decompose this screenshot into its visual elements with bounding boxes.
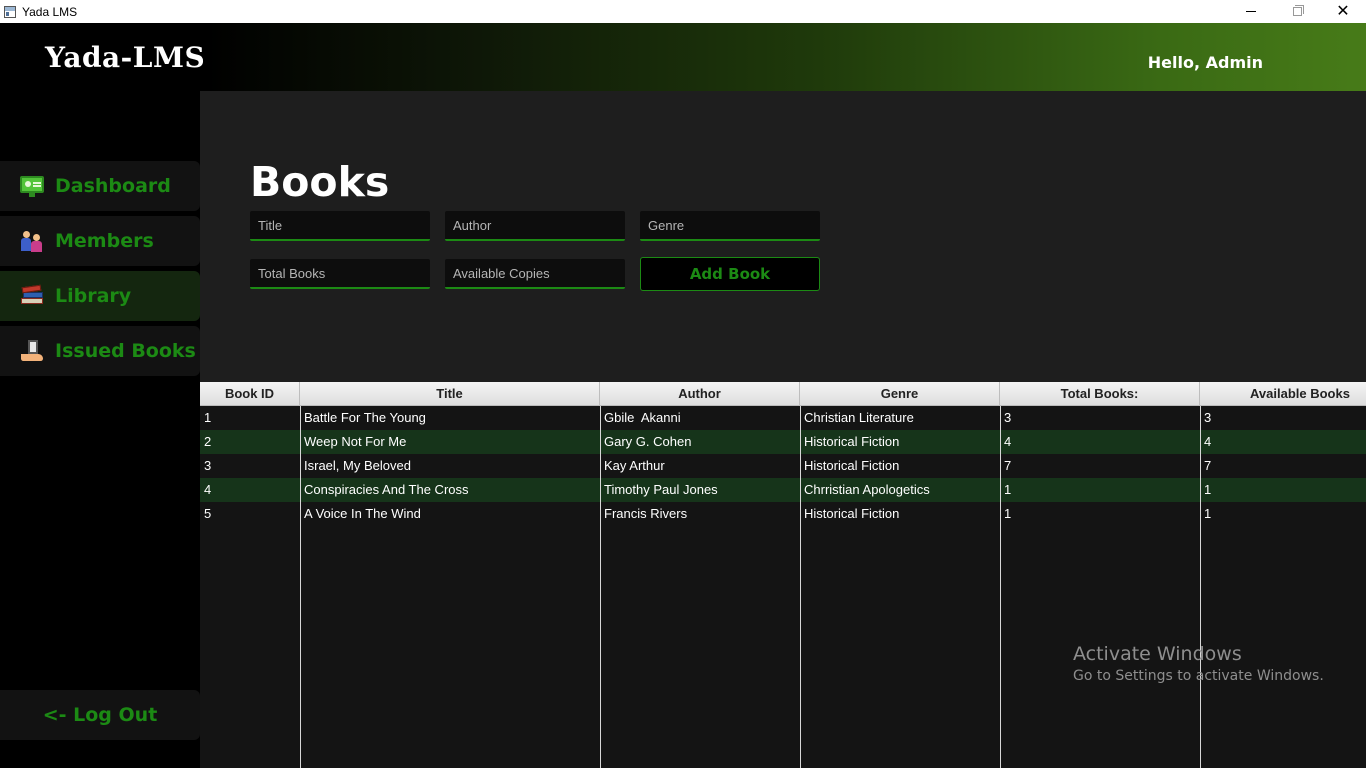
genre-input[interactable]: Genre — [640, 211, 820, 241]
cell-book-id: 4 — [204, 482, 212, 497]
cell-genre: Historical Fiction — [804, 506, 900, 521]
column-header-total-books[interactable]: Total Books: — [1000, 382, 1200, 406]
sidebar-item-label: Dashboard — [55, 175, 171, 197]
sidebar-item-label: Library — [55, 285, 132, 307]
cell-total-books: 4 — [1004, 434, 1012, 449]
cell-genre: Historical Fiction — [804, 434, 900, 449]
column-header-book-id[interactable]: Book ID — [200, 382, 300, 406]
minimize-button[interactable] — [1228, 0, 1274, 23]
window-title-bar: Yada LMS ✕ — [0, 0, 1366, 23]
column-header-available-books[interactable]: Available Books — [1200, 382, 1366, 406]
cell-total-books: 1 — [1004, 506, 1012, 521]
brand-title: Yada-LMS — [45, 41, 206, 74]
sidebar: Dashboard Members Library Issued Books <… — [0, 91, 200, 768]
cell-available-books: 7 — [1204, 458, 1212, 473]
total-books-input[interactable]: Total Books — [250, 259, 430, 289]
column-divider — [300, 406, 301, 768]
column-header-genre[interactable]: Genre — [800, 382, 1000, 406]
cell-book-id: 1 — [204, 410, 212, 425]
cell-available-books: 1 — [1204, 482, 1212, 497]
app-header: Yada-LMS Hello, Admin — [0, 23, 1366, 91]
table-row[interactable]: 1 Battle For The Young Gbile Akanni Chri… — [200, 406, 1366, 430]
table-header: Book ID Title Author Genre Total Books: … — [200, 382, 1366, 406]
app-icon — [4, 5, 16, 18]
cell-author: Timothy Paul Jones — [604, 482, 718, 497]
cell-total-books: 7 — [1004, 458, 1012, 473]
cell-book-id: 5 — [204, 506, 212, 521]
column-divider — [600, 406, 601, 768]
column-header-author[interactable]: Author — [600, 382, 800, 406]
members-icon — [19, 228, 45, 254]
watermark-title: Activate Windows — [1073, 643, 1242, 665]
page-title: Books — [250, 158, 390, 206]
table-row[interactable]: 2 Weep Not For Me Gary G. Cohen Historic… — [200, 430, 1366, 454]
greeting-text: Hello, Admin — [1147, 53, 1263, 72]
maximize-button[interactable] — [1274, 0, 1320, 23]
cell-genre: Chrristian Apologetics — [804, 482, 930, 497]
cell-total-books: 3 — [1004, 410, 1012, 425]
sidebar-item-library[interactable]: Library — [0, 271, 200, 321]
column-divider — [800, 406, 801, 768]
close-icon: ✕ — [1336, 2, 1350, 20]
dashboard-icon — [19, 173, 45, 199]
sidebar-item-members[interactable]: Members — [0, 216, 200, 266]
watermark-subtitle: Go to Settings to activate Windows. — [1073, 668, 1324, 684]
cell-genre: Historical Fiction — [804, 458, 900, 473]
cell-book-id: 3 — [204, 458, 212, 473]
issued-books-icon — [19, 338, 45, 364]
add-book-button[interactable]: Add Book — [640, 257, 820, 291]
cell-title: Conspiracies And The Cross — [304, 482, 469, 497]
window-title: Yada LMS — [22, 4, 78, 19]
column-divider — [1200, 406, 1201, 768]
sidebar-item-label: Issued Books — [55, 340, 196, 362]
logout-button[interactable]: <- Log Out — [0, 690, 200, 740]
sidebar-item-label: Members — [55, 230, 154, 252]
cell-total-books: 1 — [1004, 482, 1012, 497]
cell-title: A Voice In The Wind — [304, 506, 421, 521]
sidebar-item-issued-books[interactable]: Issued Books — [0, 326, 200, 376]
activation-watermark: Activate Windows Go to Settings to activ… — [1073, 643, 1324, 684]
cell-author: Gbile Akanni — [604, 410, 681, 425]
minimize-icon — [1246, 11, 1256, 12]
cell-title: Battle For The Young — [304, 410, 426, 425]
cell-available-books: 4 — [1204, 434, 1212, 449]
cell-genre: Christian Literature — [804, 410, 914, 425]
cell-title: Israel, My Beloved — [304, 458, 411, 473]
books-form-panel: Books Title Author Genre Total Books Ava… — [200, 91, 1366, 382]
window-controls: ✕ — [1228, 0, 1366, 23]
cell-available-books: 1 — [1204, 506, 1212, 521]
column-header-title[interactable]: Title — [300, 382, 600, 406]
available-copies-input[interactable]: Available Copies — [445, 259, 625, 289]
table-row[interactable]: 5 A Voice In The Wind Francis Rivers His… — [200, 502, 1366, 526]
cell-author: Gary G. Cohen — [604, 434, 692, 449]
title-input[interactable]: Title — [250, 211, 430, 241]
close-button[interactable]: ✕ — [1320, 0, 1366, 23]
cell-author: Kay Arthur — [604, 458, 665, 473]
cell-book-id: 2 — [204, 434, 212, 449]
cell-author: Francis Rivers — [604, 506, 688, 521]
library-icon — [19, 283, 45, 309]
author-input[interactable]: Author — [445, 211, 625, 241]
books-table: Book ID Title Author Genre Total Books: … — [200, 382, 1366, 768]
restore-icon — [1292, 5, 1304, 16]
sidebar-item-dashboard[interactable]: Dashboard — [0, 161, 200, 211]
cell-available-books: 3 — [1204, 410, 1212, 425]
table-row[interactable]: 3 Israel, My Beloved Kay Arthur Historic… — [200, 454, 1366, 478]
column-divider — [1000, 406, 1001, 768]
cell-title: Weep Not For Me — [304, 434, 407, 449]
table-row[interactable]: 4 Conspiracies And The Cross Timothy Pau… — [200, 478, 1366, 502]
